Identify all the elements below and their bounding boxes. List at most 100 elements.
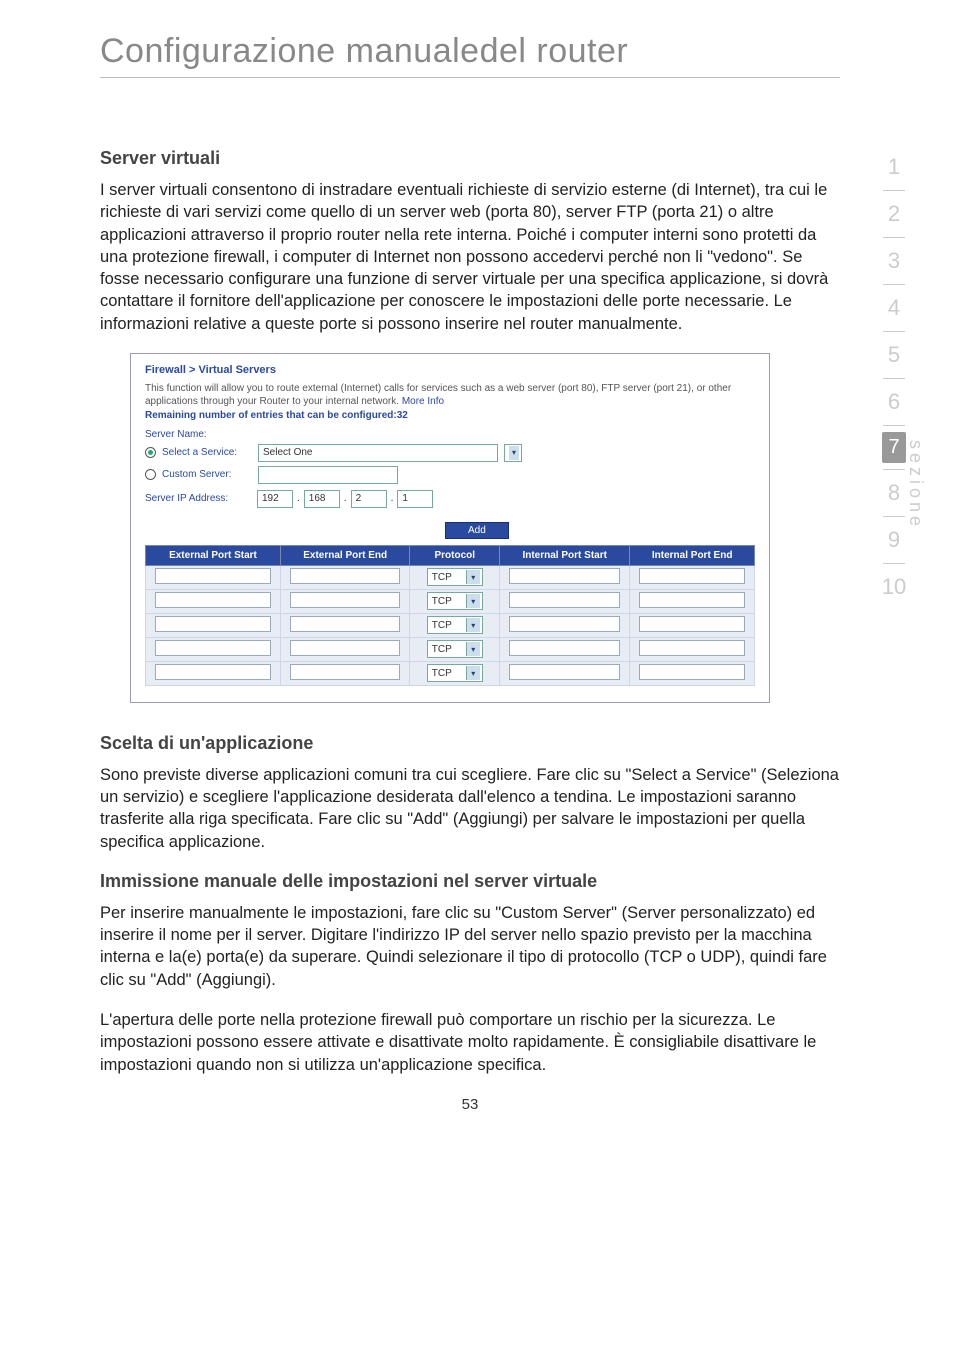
custom-server-row: Custom Server: — [145, 466, 755, 484]
port-input[interactable] — [509, 568, 620, 584]
heading-manual-entry: Immissione manuale delle impostazioni ne… — [100, 871, 840, 892]
port-input[interactable] — [290, 640, 400, 656]
ip-dot: . — [297, 493, 300, 504]
port-input[interactable] — [290, 592, 400, 608]
port-input[interactable] — [639, 616, 745, 632]
page-title: Configurazione manualedel router — [100, 32, 840, 71]
chevron-down-icon: ▾ — [509, 446, 519, 460]
section-nav-item[interactable]: 2 — [864, 197, 924, 231]
protocol-dropdown[interactable]: TCP ▾ — [427, 616, 483, 634]
table-cell — [630, 565, 755, 589]
section-nav: sezione 12345678910 — [864, 150, 924, 604]
table-row: TCP▾ — [146, 565, 755, 589]
select-a-service-label: Select a Service: — [162, 447, 252, 458]
server-name-label: Server Name: — [145, 429, 755, 440]
section-nav-item[interactable]: 4 — [864, 291, 924, 325]
section-nav-separator — [883, 190, 905, 191]
section-nav-label: sezione — [905, 440, 926, 530]
table-row: TCP ▾ — [146, 613, 755, 637]
ip-octet-3[interactable]: 2 — [351, 490, 387, 508]
paragraph-manual-entry-2: L'apertura delle porte nella protezione … — [100, 1009, 840, 1076]
section-nav-item[interactable]: 3 — [864, 244, 924, 278]
select-a-service-aux-dropdown[interactable]: ▾ — [504, 444, 522, 462]
protocol-dropdown[interactable]: TCP▾ — [427, 568, 483, 586]
table-row: TCP▾ — [146, 589, 755, 613]
custom-server-radio[interactable] — [145, 469, 156, 480]
port-input[interactable] — [290, 616, 400, 632]
protocol-dropdown[interactable]: TCP▾ — [427, 664, 483, 682]
chevron-down-icon: ▾ — [466, 594, 480, 608]
table-cell — [146, 589, 281, 613]
table-cell — [146, 613, 281, 637]
section-nav-separator — [883, 469, 905, 470]
protocol-value: TCP — [432, 668, 452, 679]
custom-server-input[interactable] — [258, 466, 398, 484]
ip-octet-2[interactable]: 168 — [304, 490, 340, 508]
table-cell — [630, 589, 755, 613]
select-a-service-row: Select a Service: Select One ▾ — [145, 444, 755, 462]
select-a-service-value: Select One — [263, 447, 312, 458]
protocol-value: TCP — [432, 644, 452, 655]
section-nav-item[interactable]: 6 — [864, 385, 924, 419]
chevron-down-icon: ▾ — [466, 618, 480, 632]
ip-dot: . — [344, 493, 347, 504]
port-input[interactable] — [509, 640, 620, 656]
section-nav-separator — [883, 237, 905, 238]
port-input[interactable] — [155, 592, 270, 608]
table-cell — [280, 637, 409, 661]
add-button[interactable]: Add — [445, 522, 509, 539]
remaining-entries-label: Remaining number of entries that can be … — [145, 410, 755, 421]
custom-server-label: Custom Server: — [162, 469, 252, 480]
virtual-servers-panel: Firewall > Virtual Servers This function… — [130, 353, 770, 703]
port-input[interactable] — [639, 640, 745, 656]
section-nav-item[interactable]: 1 — [864, 150, 924, 184]
port-input[interactable] — [509, 592, 620, 608]
port-input[interactable] — [509, 616, 620, 632]
table-cell: TCP▾ — [410, 661, 500, 685]
section-nav-item[interactable]: 10 — [864, 570, 924, 604]
select-a-service-dropdown[interactable]: Select One — [258, 444, 498, 462]
table-cell — [280, 661, 409, 685]
section-nav-item[interactable]: 5 — [864, 338, 924, 372]
protocol-dropdown[interactable]: TCP▾ — [427, 592, 483, 610]
table-cell — [630, 613, 755, 637]
port-input[interactable] — [639, 592, 745, 608]
port-input[interactable] — [509, 664, 620, 680]
ip-octet-1[interactable]: 192 — [257, 490, 293, 508]
port-input[interactable] — [290, 568, 400, 584]
protocol-value: TCP — [432, 620, 452, 631]
col-external-port-end: External Port End — [280, 545, 409, 565]
section-nav-separator — [883, 563, 905, 564]
table-cell — [500, 565, 630, 589]
table-cell: TCP▾ — [410, 565, 500, 589]
more-info-link[interactable]: More Info — [402, 396, 444, 407]
server-ip-label: Server IP Address: — [145, 493, 253, 504]
select-a-service-radio[interactable] — [145, 447, 156, 458]
table-cell: TCP ▾ — [410, 637, 500, 661]
paragraph-manual-entry-1: Per inserire manualmente le impostazioni… — [100, 902, 840, 991]
port-input[interactable] — [639, 568, 745, 584]
server-ip-row: Server IP Address: 192. 168. 2. 1 — [145, 490, 755, 508]
port-input[interactable] — [155, 664, 270, 680]
section-nav-separator — [883, 331, 905, 332]
col-external-port-start: External Port Start — [146, 545, 281, 565]
breadcrumb: Firewall > Virtual Servers — [145, 364, 755, 376]
port-input[interactable] — [639, 664, 745, 680]
chevron-down-icon: ▾ — [466, 570, 480, 584]
port-input[interactable] — [155, 616, 270, 632]
section-nav-item-active[interactable]: 7 — [882, 432, 906, 463]
port-input[interactable] — [155, 568, 270, 584]
paragraph-choose-app: Sono previste diverse applicazioni comun… — [100, 764, 840, 853]
port-input[interactable] — [155, 640, 270, 656]
table-cell — [280, 565, 409, 589]
table-cell — [146, 637, 281, 661]
chevron-down-icon: ▾ — [466, 642, 480, 656]
ip-octet-4[interactable]: 1 — [397, 490, 433, 508]
section-nav-separator — [883, 516, 905, 517]
heading-virtual-servers: Server virtuali — [100, 148, 840, 169]
table-cell — [280, 613, 409, 637]
port-input[interactable] — [290, 664, 400, 680]
heading-choose-app: Scelta di un'applicazione — [100, 733, 840, 754]
table-cell — [146, 565, 281, 589]
protocol-dropdown[interactable]: TCP ▾ — [427, 640, 483, 658]
